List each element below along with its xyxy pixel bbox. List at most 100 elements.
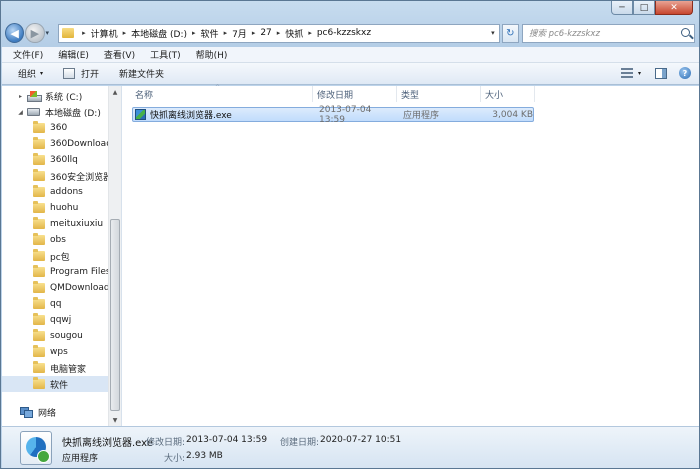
menu-tools[interactable]: 工具(T) <box>150 48 181 61</box>
address-dropdown-icon[interactable]: ▾ <box>491 29 495 37</box>
chevron-down-icon: ▾ <box>40 70 44 77</box>
breadcrumb-item[interactable]: pc6-kzzskxz <box>317 28 371 38</box>
tree-item-label: Program Files <box>50 267 108 277</box>
tree-item-folder[interactable]: pc包 <box>2 248 108 264</box>
crumb-separator-icon[interactable]: ▸ <box>224 29 228 37</box>
crumb-separator-icon[interactable]: ▸ <box>192 29 196 37</box>
tree-item-folder[interactable]: 360Downloads <box>2 136 108 152</box>
address-bar[interactable]: ▸ 计算机 ▸ 本地磁盘 (D:) ▸ 软件 ▸ 7月 ▸ 27 ▸ 快抓 ▸ … <box>58 23 500 43</box>
file-list-pane: 名称 ^ 修改日期 类型 大小 快抓离线浏览器.exe 2013-07-04 1… <box>123 84 699 426</box>
search-input[interactable]: 搜索 pc6-kzzskxz <box>521 23 695 43</box>
tree-item-local-drive[interactable]: ◢ 本地磁盘 (D:) <box>2 104 108 120</box>
search-icon[interactable] <box>681 27 690 37</box>
navigation-scrollbar[interactable]: ▲ ▼ <box>108 86 121 426</box>
expand-icon[interactable]: ▸ <box>16 93 25 100</box>
collapse-icon[interactable]: ◢ <box>16 109 25 116</box>
tree-item-folder[interactable]: 360 <box>2 120 108 136</box>
navigation-bar: ◀ ▶ ▾ ▸ 计算机 ▸ 本地磁盘 (D:) ▸ 软件 ▸ 7月 ▸ 27 ▸… <box>5 23 695 43</box>
minimize-button[interactable]: ─ <box>611 1 633 15</box>
crumb-separator-icon[interactable]: ▸ <box>252 29 256 37</box>
crumb-separator-icon[interactable]: ▸ <box>123 29 127 37</box>
tree-item-label: qq <box>50 299 62 309</box>
crumb-separator-icon[interactable]: ▸ <box>82 29 86 37</box>
details-file-name: 快抓离线浏览器.exe <box>62 438 153 449</box>
column-header-type[interactable]: 类型 <box>397 86 481 102</box>
tree-item-folder[interactable]: wps <box>2 344 108 360</box>
scroll-up-icon[interactable]: ▲ <box>109 86 121 98</box>
folder-icon <box>33 201 45 213</box>
column-headers: 名称 ^ 修改日期 类型 大小 <box>131 84 535 102</box>
breadcrumb-item[interactable]: 计算机 <box>91 27 118 40</box>
folder-icon <box>33 281 45 293</box>
tree-item-folder[interactable]: 电脑管家 <box>2 360 108 376</box>
open-icon <box>63 68 76 79</box>
scroll-down-icon[interactable]: ▼ <box>109 414 121 426</box>
breadcrumb-item[interactable]: 本地磁盘 (D:) <box>131 27 187 40</box>
maximize-button[interactable]: □ <box>633 1 655 15</box>
new-folder-button[interactable]: 新建文件夹 <box>119 67 164 80</box>
tree-item-folder[interactable]: qq <box>2 296 108 312</box>
column-header-date[interactable]: 修改日期 <box>313 86 397 102</box>
tree-item-folder[interactable]: sougou <box>2 328 108 344</box>
recent-pages-dropdown[interactable]: ▾ <box>46 29 56 37</box>
back-button[interactable]: ◀ <box>5 23 25 43</box>
tree-item-folder[interactable]: obs <box>2 232 108 248</box>
tree-item-label: 电脑管家 <box>50 364 87 375</box>
open-button[interactable]: 打开 <box>63 67 99 80</box>
tree-item-folder[interactable]: 360安全浏览器 <box>2 168 108 184</box>
tree-item-folder[interactable]: meituxiuxiu <box>2 216 108 232</box>
tree-item-network[interactable]: 网络 <box>2 404 108 420</box>
menu-view[interactable]: 查看(V) <box>104 48 135 61</box>
details-created-value: 2020-07-27 10:51 <box>320 435 402 445</box>
folder-icon <box>33 345 45 357</box>
close-button[interactable]: ✕ <box>655 1 693 15</box>
column-header-name[interactable]: 名称 ^ <box>131 84 313 102</box>
tree-item-label: 360Downloads <box>50 139 108 149</box>
tree-item-folder-selected[interactable]: 软件 <box>2 376 108 392</box>
tree-item-label: sougou <box>50 331 83 341</box>
file-date-cell: 2013-07-04 13:59 <box>319 104 372 125</box>
column-label: 名称 <box>135 90 154 101</box>
tree-item-system-drive[interactable]: ▸ 系统 (C:) <box>2 88 108 104</box>
tree-item-folder[interactable]: Program Files <box>2 264 108 280</box>
breadcrumb: ▸ 计算机 ▸ 本地磁盘 (D:) ▸ 软件 ▸ 7月 ▸ 27 ▸ 快抓 ▸ … <box>77 27 371 40</box>
column-header-size[interactable]: 大小 <box>481 86 535 102</box>
breadcrumb-item[interactable]: 快抓 <box>285 27 303 40</box>
tree-item-label: 360 <box>50 123 68 133</box>
folder-icon <box>33 121 45 133</box>
folder-icon <box>33 265 45 277</box>
tree-item-label: meituxiuxiu <box>50 219 104 229</box>
breadcrumb-item[interactable]: 软件 <box>201 27 219 40</box>
column-label: 修改日期 <box>317 90 354 101</box>
tree-item-folder[interactable]: qqwj <box>2 312 108 328</box>
refresh-button[interactable]: ↻ <box>501 23 519 43</box>
crumb-separator-icon[interactable]: ▸ <box>277 29 281 37</box>
tree-item-label: 360安全浏览器 <box>50 172 108 183</box>
details-pane: 快抓离线浏览器.exe 应用程序 修改日期: 2013-07-04 13:59 … <box>2 426 699 468</box>
view-options-dropdown[interactable]: ▾ <box>638 70 641 77</box>
column-label: 大小 <box>485 90 504 101</box>
organize-button[interactable]: 组织 ▾ <box>18 67 43 80</box>
tree-item-folder[interactable]: addons <box>2 184 108 200</box>
breadcrumb-item[interactable]: 27 <box>260 28 271 38</box>
folder-icon <box>33 185 45 197</box>
change-view-icon[interactable] <box>620 68 633 78</box>
menu-edit[interactable]: 编辑(E) <box>58 48 89 61</box>
crumb-separator-icon[interactable]: ▸ <box>308 29 312 37</box>
file-name: 快抓离线浏览器.exe <box>150 111 232 121</box>
breadcrumb-item[interactable]: 7月 <box>232 27 247 40</box>
menu-help[interactable]: 帮助(H) <box>196 48 228 61</box>
tree-item-label: 系统 (C:) <box>45 92 83 103</box>
toolbar-right-group: ▾ ? <box>620 67 691 79</box>
help-icon[interactable]: ? <box>679 67 691 79</box>
file-row-selected[interactable]: 快抓离线浏览器.exe 2013-07-04 13:59 应用程序 3,004 … <box>132 104 534 125</box>
menu-file[interactable]: 文件(F) <box>13 48 43 61</box>
tree-item-folder[interactable]: 360llq <box>2 152 108 168</box>
preview-pane-icon[interactable] <box>655 67 667 79</box>
tree-item-folder[interactable]: QMDownload <box>2 280 108 296</box>
tree-item-folder[interactable]: huohu <box>2 200 108 216</box>
folder-icon <box>33 377 45 389</box>
tree-item-label: obs <box>50 235 66 245</box>
forward-button[interactable]: ▶ <box>25 23 45 43</box>
scrollbar-thumb[interactable] <box>110 219 120 411</box>
